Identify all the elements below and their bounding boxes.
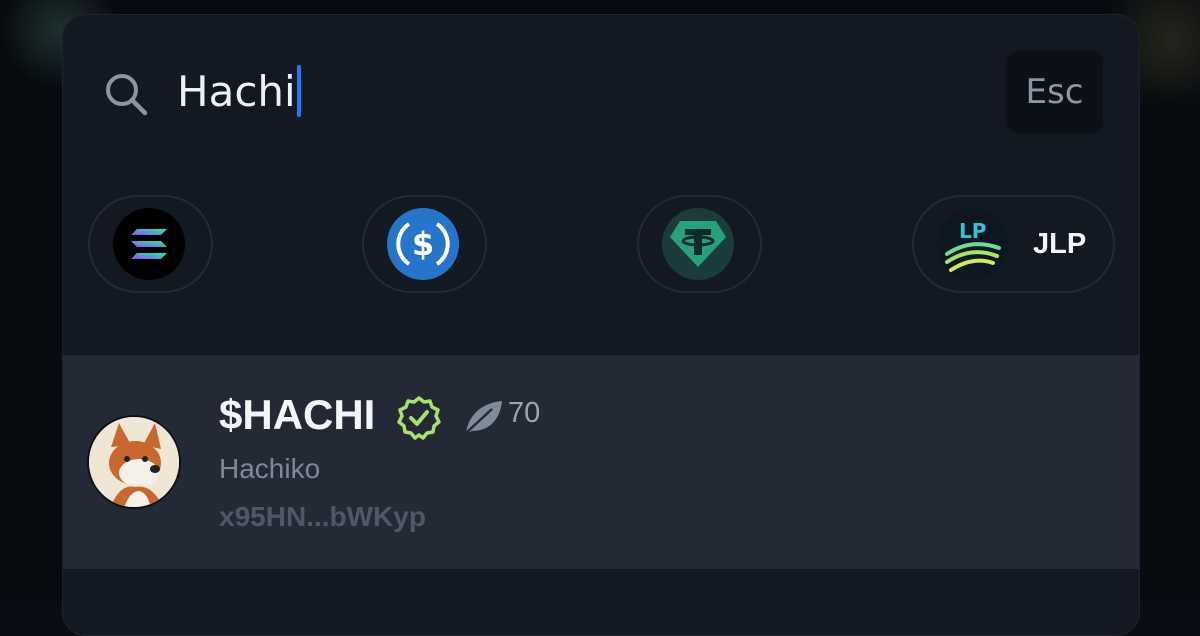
quick-token-usdt[interactable] — [637, 195, 762, 293]
quick-token-label: JLP — [1033, 228, 1086, 261]
token-search-modal: Hachi Esc — [62, 14, 1140, 636]
quick-token-jlp[interactable]: LP JLP — [912, 195, 1115, 293]
quick-token-sol[interactable] — [88, 195, 213, 293]
verified-badge-icon — [396, 395, 442, 441]
usdt-icon — [662, 208, 734, 280]
text-caret — [297, 65, 301, 117]
search-input[interactable]: Hachi — [177, 61, 301, 121]
search-result-row[interactable]: $HACHI 70 Hachiko x95HN...bWKyp — [63, 355, 1139, 569]
esc-button[interactable]: Esc — [1006, 51, 1103, 133]
token-name: Hachiko — [219, 453, 320, 485]
token-avatar — [87, 415, 181, 509]
jlp-icon-text: LP — [959, 219, 986, 243]
search-icon — [103, 71, 149, 117]
search-bar: Hachi Esc — [63, 15, 1139, 165]
token-symbol: $HACHI — [219, 391, 375, 439]
svg-text:$: $ — [412, 225, 434, 263]
token-address[interactable]: x95HN...bWKyp — [219, 501, 426, 533]
solana-icon — [113, 208, 185, 280]
quick-token-usdc[interactable]: $ — [362, 195, 487, 293]
search-input-value: Hachi — [177, 67, 296, 116]
usdc-icon: $ — [387, 208, 459, 280]
organic-score: 70 — [508, 397, 540, 430]
quick-token-list: $ LP — [88, 195, 1115, 295]
jlp-icon: LP — [937, 208, 1009, 280]
leaf-icon — [462, 399, 504, 435]
